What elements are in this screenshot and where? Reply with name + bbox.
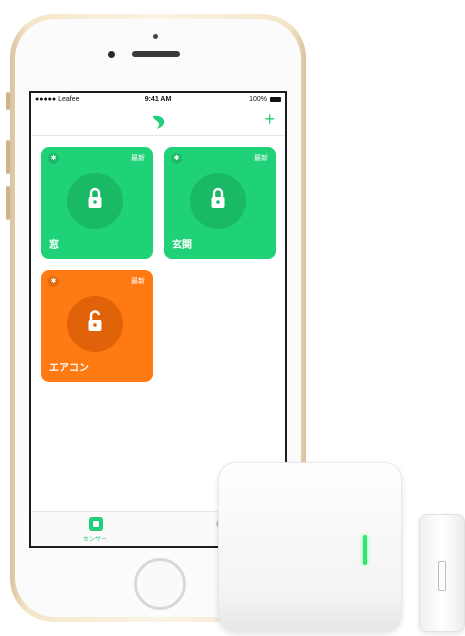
- bluetooth-icon: ✱: [48, 276, 59, 287]
- bluetooth-icon: ✱: [48, 153, 59, 164]
- leafee-leaf-icon: [153, 115, 165, 129]
- status-bar: ●●●●● Leafee 9:41 AM 100%: [31, 93, 285, 107]
- latest-tag: 最新: [131, 278, 145, 285]
- home-button[interactable]: [134, 558, 186, 610]
- lock-closed-icon: [211, 187, 225, 208]
- mute-switch: [6, 92, 10, 110]
- battery-percent: 100%: [249, 96, 267, 103]
- add-sensor-button[interactable]: +: [264, 110, 275, 128]
- status-led: [363, 535, 367, 565]
- latest-tag: 最新: [131, 155, 145, 162]
- sensor-tab-icon[interactable]: [89, 517, 103, 531]
- nav-bar: +: [31, 107, 285, 136]
- tab-sensor-label[interactable]: センサー: [83, 534, 107, 543]
- sensor-tile-window[interactable]: ✱ 最新 窓: [41, 147, 153, 259]
- front-camera: [108, 51, 115, 58]
- front-sensor: [153, 34, 158, 39]
- sensor-name: 窓: [49, 240, 59, 251]
- lock-closed-icon: [88, 187, 102, 208]
- sensor-name: エアコン: [49, 363, 89, 374]
- latest-tag: 最新: [254, 155, 268, 162]
- sensor-tile-entrance[interactable]: ✱ 最新 玄関: [164, 147, 276, 259]
- sensor-name: 玄関: [172, 240, 192, 251]
- magnet-sensor-device: [419, 514, 465, 632]
- volume-down-button: [6, 186, 10, 220]
- sensor-tile-aircon[interactable]: ✱ 最新 エアコン: [41, 270, 153, 382]
- bluetooth-icon: ✱: [171, 153, 182, 164]
- clock: 9:41 AM: [144, 96, 172, 103]
- earpiece-speaker: [132, 51, 180, 57]
- volume-up-button: [6, 140, 10, 174]
- sensor-slot: [438, 561, 446, 591]
- lock-open-icon: [88, 310, 102, 331]
- leafee-hub-device: [218, 462, 402, 632]
- battery-icon: [270, 97, 281, 102]
